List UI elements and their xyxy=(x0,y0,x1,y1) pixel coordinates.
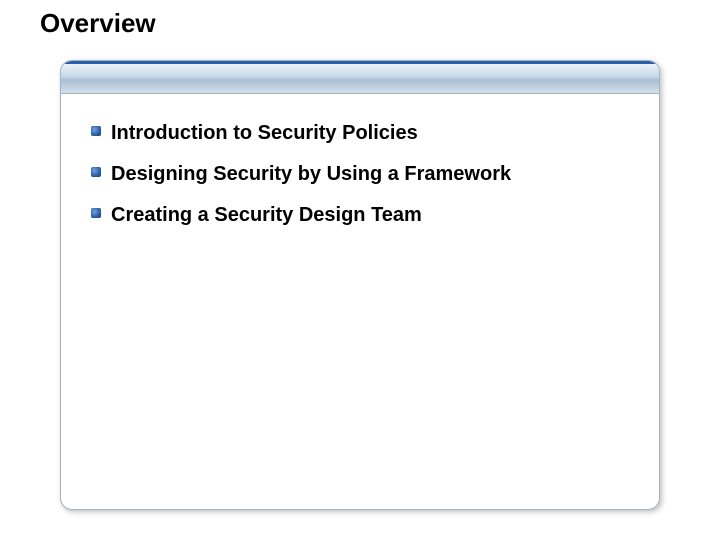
content-panel: Introduction to Security Policies Design… xyxy=(60,60,660,510)
bullet-text: Designing Security by Using a Framework xyxy=(111,161,511,188)
bullet-icon xyxy=(91,208,101,218)
list-item: Introduction to Security Policies xyxy=(91,120,639,147)
panel-body: Introduction to Security Policies Design… xyxy=(61,94,659,263)
panel-header-bar xyxy=(61,64,659,94)
bullet-text: Creating a Security Design Team xyxy=(111,202,422,229)
slide: Overview Introduction to Security Polici… xyxy=(0,0,720,540)
list-item: Designing Security by Using a Framework xyxy=(91,161,639,188)
bullet-text: Introduction to Security Policies xyxy=(111,120,418,147)
page-title: Overview xyxy=(40,8,156,39)
bullet-icon xyxy=(91,126,101,136)
bullet-icon xyxy=(91,167,101,177)
list-item: Creating a Security Design Team xyxy=(91,202,639,229)
